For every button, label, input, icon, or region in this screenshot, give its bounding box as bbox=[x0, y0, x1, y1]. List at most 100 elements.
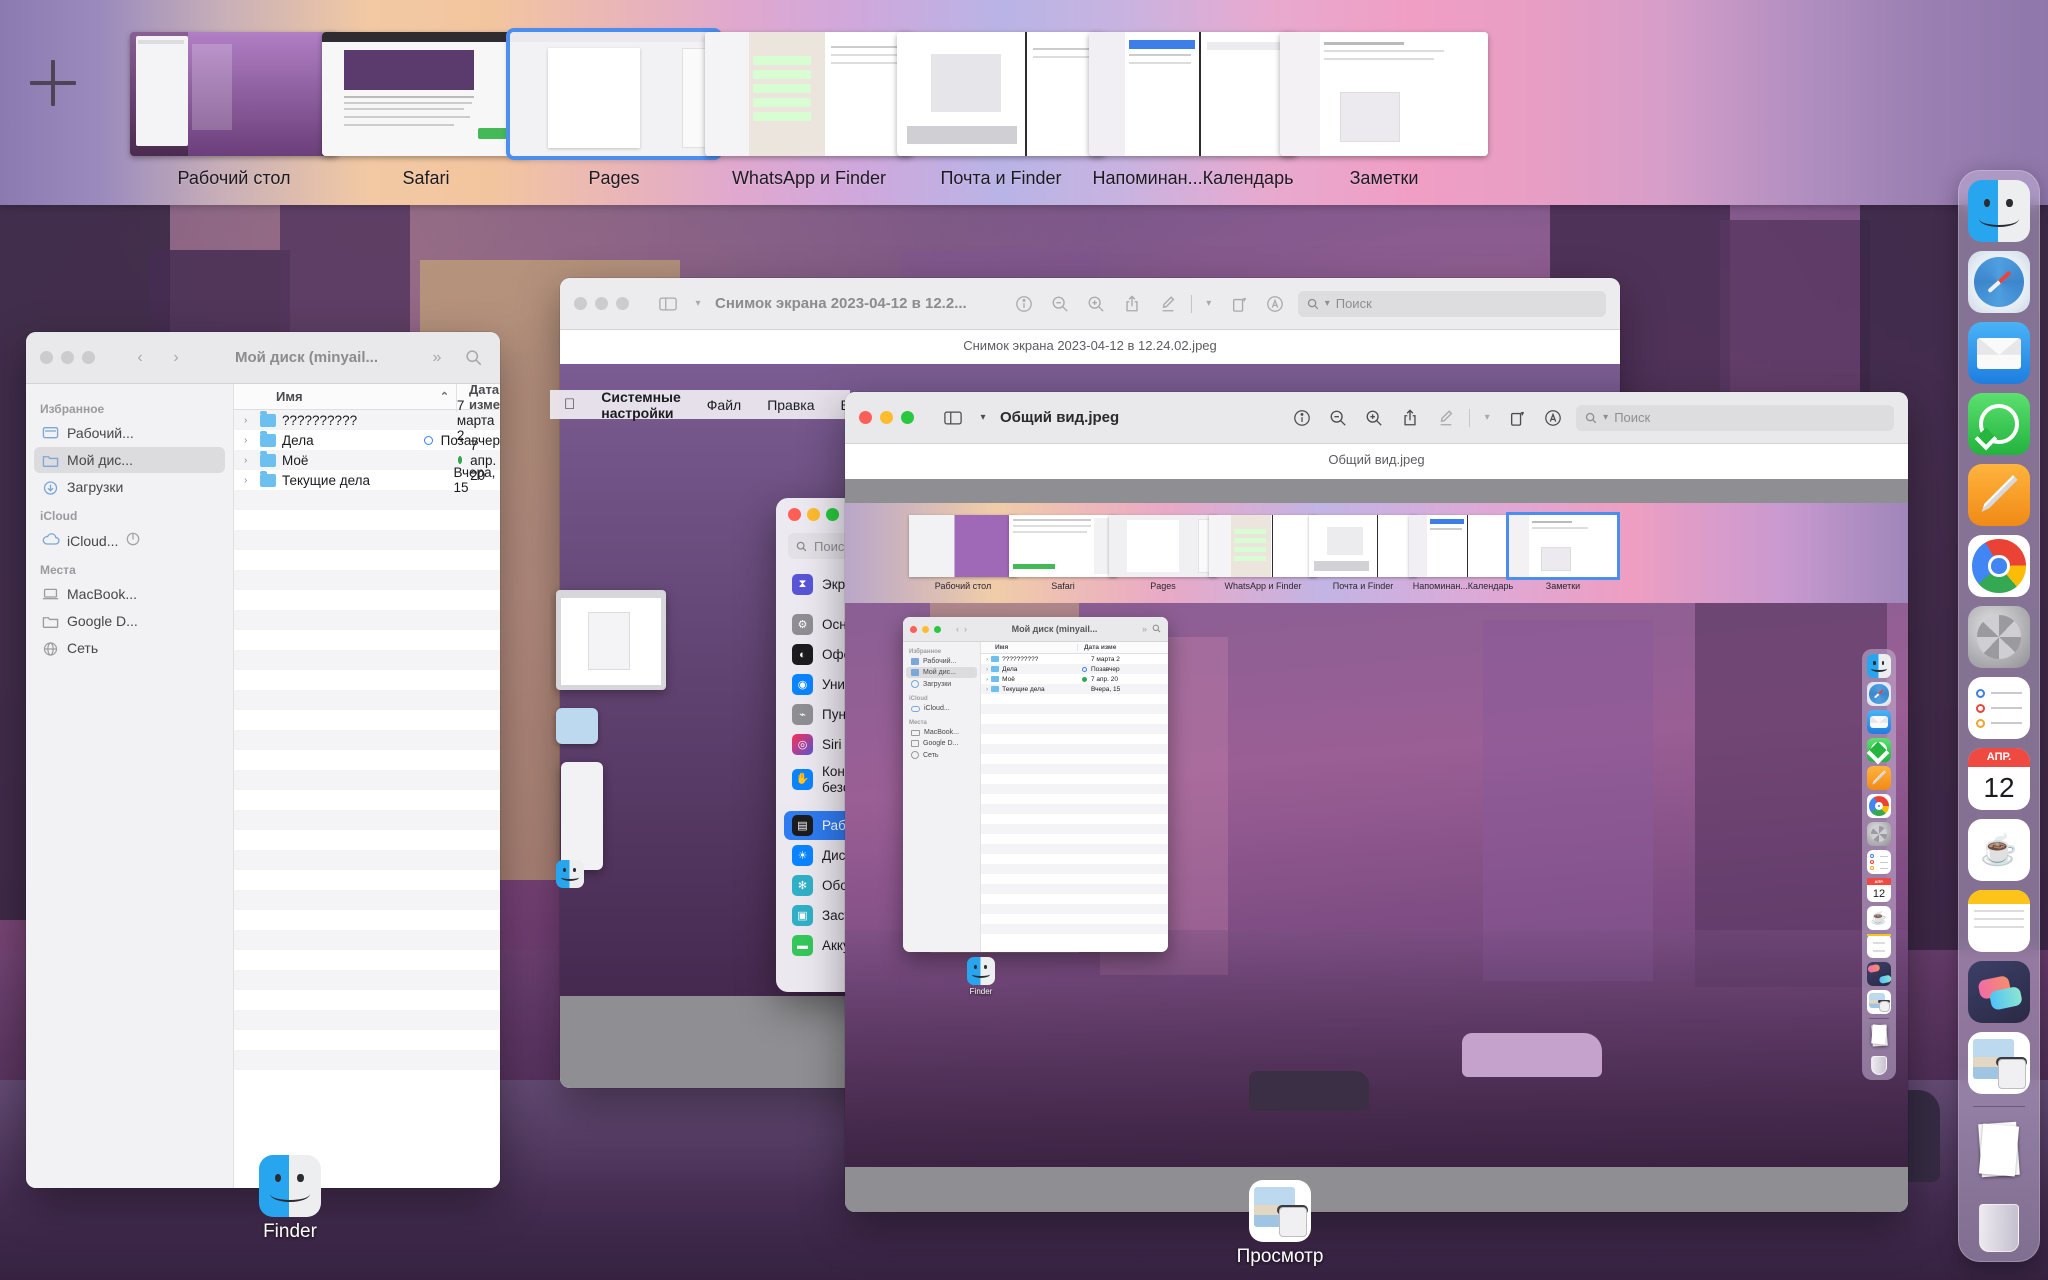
table-row[interactable]: › ?????????? 7 марта 2 bbox=[234, 398, 500, 443]
zoom-in-icon[interactable] bbox=[1361, 405, 1387, 431]
notes-icon[interactable] bbox=[1968, 890, 2030, 952]
maximize-button bbox=[934, 625, 941, 633]
safari-icon[interactable] bbox=[1968, 251, 2030, 313]
sidebar-icon[interactable] bbox=[655, 291, 681, 317]
maximize-button[interactable] bbox=[901, 411, 914, 424]
markup-icon[interactable] bbox=[1433, 405, 1459, 431]
space-thumbnail-notes[interactable]: Заметки bbox=[1280, 32, 1488, 188]
close-button[interactable] bbox=[788, 508, 801, 521]
sidebar-item-downloads[interactable]: Загрузки bbox=[34, 474, 225, 500]
sidebar-item-google-drive: Google D... bbox=[906, 738, 977, 749]
rotate-icon[interactable] bbox=[1504, 405, 1530, 431]
minimize-button[interactable] bbox=[880, 411, 893, 424]
table-row-empty bbox=[234, 810, 500, 830]
info-icon[interactable] bbox=[1011, 291, 1037, 317]
window-controls[interactable] bbox=[574, 297, 629, 310]
sidebar-item-desktop[interactable]: Рабочий... bbox=[34, 420, 225, 446]
maximize-button[interactable] bbox=[616, 297, 629, 310]
sidebar-item-macbook[interactable]: MacBook... bbox=[34, 581, 225, 607]
finder-window[interactable]: ‹ › Мой диск (minyail... » Избранное Раб… bbox=[26, 332, 500, 1188]
nested-space-whatsapp-finder: WhatsApp и Finder bbox=[1209, 515, 1317, 591]
share-icon[interactable] bbox=[1397, 405, 1423, 431]
calendar-icon: АПР. 12 bbox=[1867, 878, 1891, 902]
apple-logo-icon[interactable]:  bbox=[564, 396, 575, 413]
finder-icon[interactable] bbox=[259, 1155, 321, 1217]
minimize-button[interactable] bbox=[61, 351, 74, 364]
preview-icon[interactable] bbox=[1249, 1180, 1311, 1242]
close-button[interactable] bbox=[40, 351, 53, 364]
chevron-down-icon[interactable]: ▾ bbox=[691, 291, 705, 317]
menu-item-file[interactable]: Файл bbox=[707, 397, 741, 413]
share-icon[interactable] bbox=[1119, 291, 1145, 317]
search-icon[interactable] bbox=[460, 345, 486, 371]
window-controls[interactable] bbox=[40, 351, 95, 364]
chevron-down-icon[interactable]: ▾ bbox=[976, 405, 990, 431]
space-thumbnail-pages[interactable]: Pages bbox=[510, 32, 718, 188]
sidebar-item-label: iCloud... bbox=[67, 532, 119, 549]
disclosure-chevron-icon[interactable]: › bbox=[244, 415, 254, 426]
nav-back-button[interactable]: ‹ bbox=[127, 345, 153, 371]
java-icon[interactable]: ☕ bbox=[1968, 819, 2030, 881]
close-button[interactable] bbox=[574, 297, 587, 310]
menu-item-edit[interactable]: Правка bbox=[767, 397, 814, 413]
preview-window-front[interactable]: ▾ Общий вид.jpeg ▾ ▾ Поиск Общий вид.jpe… bbox=[845, 392, 1908, 1212]
more-toolbar-items-button[interactable]: » bbox=[424, 345, 450, 371]
rotate-icon[interactable] bbox=[1226, 291, 1252, 317]
search-input[interactable]: ▾ Поиск bbox=[1576, 404, 1894, 431]
notes-pen-icon[interactable] bbox=[1968, 464, 2030, 526]
open-app-finder[interactable]: Finder bbox=[230, 1155, 350, 1243]
dock[interactable]: АПР. 12 ☕ bbox=[1958, 170, 2040, 1262]
maximize-button[interactable] bbox=[826, 508, 839, 521]
space-thumbnail-whatsapp-finder[interactable]: WhatsApp и Finder bbox=[705, 32, 913, 188]
minimize-button[interactable] bbox=[595, 297, 608, 310]
annotate-icon[interactable] bbox=[1540, 405, 1566, 431]
sidebar-icon[interactable] bbox=[940, 405, 966, 431]
sidebar-item-icloud[interactable]: iCloud... bbox=[34, 527, 225, 554]
finder-sidebar[interactable]: Избранное Рабочий... Мой дис... Загрузки… bbox=[26, 384, 234, 1188]
sidebar-item-google-drive[interactable]: Google D... bbox=[34, 608, 225, 634]
documents-stack-icon[interactable] bbox=[1968, 1119, 2030, 1181]
disclosure-chevron-icon[interactable]: › bbox=[244, 475, 254, 486]
chevron-down-icon[interactable]: ▾ bbox=[1202, 291, 1216, 317]
menu-item-app[interactable]: Системные настройки bbox=[601, 390, 681, 421]
open-app-preview[interactable]: Просмотр bbox=[1170, 1180, 1390, 1268]
add-space-button[interactable] bbox=[30, 60, 76, 106]
chevron-down-icon[interactable]: ▾ bbox=[1480, 405, 1494, 431]
nav-forward-button[interactable]: › bbox=[163, 345, 189, 371]
search-input[interactable]: ▾ Поиск bbox=[1297, 290, 1606, 317]
zoom-out-icon[interactable] bbox=[1047, 291, 1073, 317]
annotate-icon[interactable] bbox=[1262, 291, 1288, 317]
mail-icon[interactable] bbox=[1968, 322, 2030, 384]
system-settings-menubar[interactable]:  Системные настройки Файл Правка Вид bbox=[550, 390, 850, 421]
shortcuts-icon[interactable] bbox=[1968, 961, 2030, 1023]
space-thumbnail-desktop[interactable]: Рабочий стол bbox=[130, 32, 338, 188]
space-thumbnail-safari[interactable]: Safari bbox=[322, 32, 530, 188]
info-icon[interactable] bbox=[1289, 405, 1315, 431]
whatsapp-icon[interactable] bbox=[1968, 393, 2030, 455]
finder-icon[interactable] bbox=[1968, 180, 2030, 242]
minimize-button[interactable] bbox=[807, 508, 820, 521]
file-date: 7 марта 2 bbox=[1091, 655, 1120, 663]
chrome-icon[interactable] bbox=[1968, 535, 2030, 597]
table-row[interactable]: › Текущие дела Вчера, 15 bbox=[234, 465, 500, 495]
zoom-out-icon[interactable] bbox=[1325, 405, 1351, 431]
column-header-name[interactable]: Имя bbox=[234, 389, 440, 404]
maximize-button[interactable] bbox=[82, 351, 95, 364]
disclosure-chevron-icon[interactable]: › bbox=[244, 435, 254, 446]
reminders-icon[interactable] bbox=[1968, 677, 2030, 739]
space-preview-safari bbox=[322, 32, 530, 156]
close-button[interactable] bbox=[859, 411, 872, 424]
space-thumbnail-reminders-calendar[interactable]: Напоминан...Календарь bbox=[1089, 32, 1297, 188]
window-controls[interactable] bbox=[859, 411, 914, 424]
settings-gear-icon[interactable] bbox=[1968, 606, 2030, 668]
space-thumbnail-mail-finder[interactable]: Почта и Finder bbox=[897, 32, 1105, 188]
sidebar-item-network[interactable]: Сеть bbox=[34, 635, 225, 661]
markup-icon[interactable] bbox=[1155, 291, 1181, 317]
finder-file-list[interactable]: Имя ⌃ Дата изме › ?????????? 7 марта 2 ›… bbox=[234, 384, 500, 1188]
disclosure-chevron-icon[interactable]: › bbox=[244, 455, 254, 466]
calendar-icon[interactable]: АПР. 12 bbox=[1968, 748, 2030, 810]
preview-icon[interactable] bbox=[1968, 1032, 2030, 1094]
zoom-in-icon[interactable] bbox=[1083, 291, 1109, 317]
trash-icon[interactable] bbox=[1968, 1190, 2030, 1252]
sidebar-item-my-drive[interactable]: Мой дис... bbox=[34, 447, 225, 473]
